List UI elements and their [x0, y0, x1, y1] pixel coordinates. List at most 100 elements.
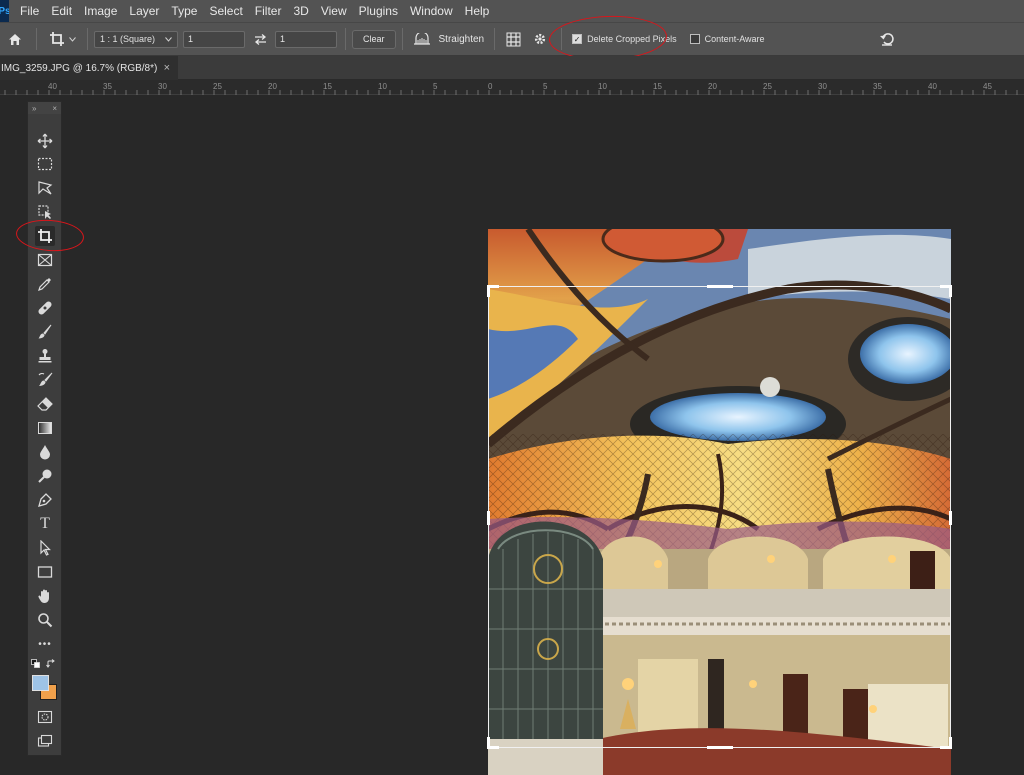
quick-mask-icon	[37, 710, 53, 724]
content-aware-option[interactable]: Content-Aware	[689, 34, 765, 44]
rectangle-icon	[37, 566, 53, 578]
default-colors-swap[interactable]	[31, 659, 59, 673]
crop-icon	[49, 32, 64, 46]
brush-tool[interactable]	[35, 322, 55, 342]
menu-edit[interactable]: Edit	[45, 0, 78, 22]
tool-preset-picker[interactable]	[43, 31, 81, 47]
blur-tool[interactable]	[35, 442, 55, 462]
content-aware-checkbox[interactable]	[689, 34, 700, 44]
move-icon	[37, 133, 53, 149]
toolbox-panel: » × T •••	[27, 101, 62, 756]
object-selection-icon	[38, 205, 51, 219]
ruler-tick-label: 25	[213, 82, 222, 91]
object-selection-tool[interactable]	[35, 202, 55, 222]
menu-type[interactable]: Type	[165, 0, 203, 22]
ruler-tick-label: 15	[323, 82, 332, 91]
ratio-height-input[interactable]: 1	[275, 30, 337, 48]
ratio-width-input[interactable]: 1	[183, 30, 245, 48]
home-button[interactable]	[0, 33, 30, 46]
document-tab-bar: IMG_3259.JPG @ 16.7% (RGB/8*) ×	[0, 56, 1024, 80]
eyedropper-icon	[38, 278, 51, 291]
close-icon[interactable]: ×	[52, 104, 57, 113]
separator	[87, 28, 88, 50]
move-tool[interactable]	[35, 131, 55, 151]
aspect-ratio-select[interactable]: 1 : 1 (Square)	[94, 30, 178, 48]
app-logo[interactable]: Ps	[0, 0, 9, 22]
aspect-ratio-value: 1 : 1 (Square)	[100, 34, 156, 44]
gradient-tool[interactable]	[35, 418, 55, 438]
ruler-tick-label: 35	[873, 82, 882, 91]
ruler-tick-label: 30	[818, 82, 827, 91]
quick-mask-button[interactable]	[35, 707, 55, 727]
delete-cropped-pixels-checkbox[interactable]: ✓	[572, 34, 583, 44]
menu-3d[interactable]: 3D	[287, 0, 314, 22]
menu-help[interactable]: Help	[459, 0, 496, 22]
ruler-tick-label: 20	[268, 82, 277, 91]
zoom-tool[interactable]	[35, 610, 55, 630]
grid-icon	[506, 32, 521, 46]
gear-icon	[535, 33, 546, 45]
canvas-image[interactable]	[488, 229, 951, 775]
healing-brush-tool[interactable]	[35, 298, 55, 318]
screen-mode-icon	[37, 734, 53, 747]
reset-button[interactable]	[878, 30, 896, 48]
pen-tool[interactable]	[35, 490, 55, 510]
foreground-color-swatch[interactable]	[32, 675, 49, 691]
menu-view[interactable]: View	[315, 0, 353, 22]
marquee-icon	[37, 157, 53, 171]
ruler-tick-label: 20	[708, 82, 717, 91]
hand-tool[interactable]	[35, 586, 55, 606]
swap-dimensions-button[interactable]	[245, 33, 275, 45]
ruler-tick-label: 0	[488, 82, 493, 91]
menu-layer[interactable]: Layer	[123, 0, 165, 22]
type-tool[interactable]: T	[35, 514, 55, 534]
eyedropper-tool[interactable]	[35, 274, 55, 294]
menu-plugins[interactable]: Plugins	[353, 0, 404, 22]
overlay-options-button[interactable]	[501, 32, 525, 47]
frame-tool[interactable]	[35, 250, 55, 270]
chevron-down-icon	[68, 36, 76, 42]
drop-icon	[40, 445, 50, 460]
menu-file[interactable]: File	[14, 0, 45, 22]
arrow-pointer-icon	[40, 540, 51, 556]
brush-icon	[38, 324, 52, 339]
swap-colors-icon	[46, 659, 55, 668]
ruler-tick-label: 45	[983, 82, 992, 91]
lasso-tool[interactable]	[35, 178, 55, 198]
history-brush-tool[interactable]	[35, 370, 55, 390]
lasso-icon	[38, 181, 53, 195]
separator	[561, 28, 563, 50]
screen-mode-button[interactable]	[35, 731, 55, 751]
stamp-icon	[38, 349, 52, 363]
straighten-icon	[413, 33, 430, 45]
clone-stamp-tool[interactable]	[35, 346, 55, 366]
marquee-tool[interactable]	[35, 154, 55, 174]
menu-image[interactable]: Image	[78, 0, 123, 22]
straighten-button[interactable]: Straighten	[409, 33, 489, 45]
menu-select[interactable]: Select	[203, 0, 248, 22]
rectangle-tool[interactable]	[35, 562, 55, 582]
gradient-icon	[38, 422, 52, 434]
collapse-icon[interactable]: »	[32, 104, 36, 113]
ruler-tick-label: 15	[653, 82, 662, 91]
magnifier-icon	[38, 613, 53, 628]
crop-settings-button[interactable]	[525, 32, 555, 46]
dodge-tool[interactable]	[35, 466, 55, 486]
toolbox-header: » ×	[28, 102, 61, 114]
menu-filter[interactable]: Filter	[249, 0, 288, 22]
more-tools-button[interactable]: •••	[35, 634, 55, 654]
default-colors-icon	[31, 659, 40, 668]
crop-icon	[38, 229, 52, 243]
menu-window[interactable]: Window	[404, 0, 459, 22]
document-tab[interactable]: IMG_3259.JPG @ 16.7% (RGB/8*) ×	[0, 56, 178, 80]
crop-tool[interactable]	[35, 226, 55, 246]
ruler-ticks	[4, 90, 1018, 95]
close-icon[interactable]: ×	[164, 62, 170, 74]
pen-icon	[38, 493, 52, 507]
delete-cropped-pixels-option[interactable]: ✓ Delete Cropped Pixels	[572, 34, 677, 44]
clear-button[interactable]: Clear	[352, 29, 396, 49]
path-selection-tool[interactable]	[35, 538, 55, 558]
hand-icon	[38, 589, 49, 603]
eraser-tool[interactable]	[35, 394, 55, 414]
eraser-icon	[37, 397, 53, 411]
